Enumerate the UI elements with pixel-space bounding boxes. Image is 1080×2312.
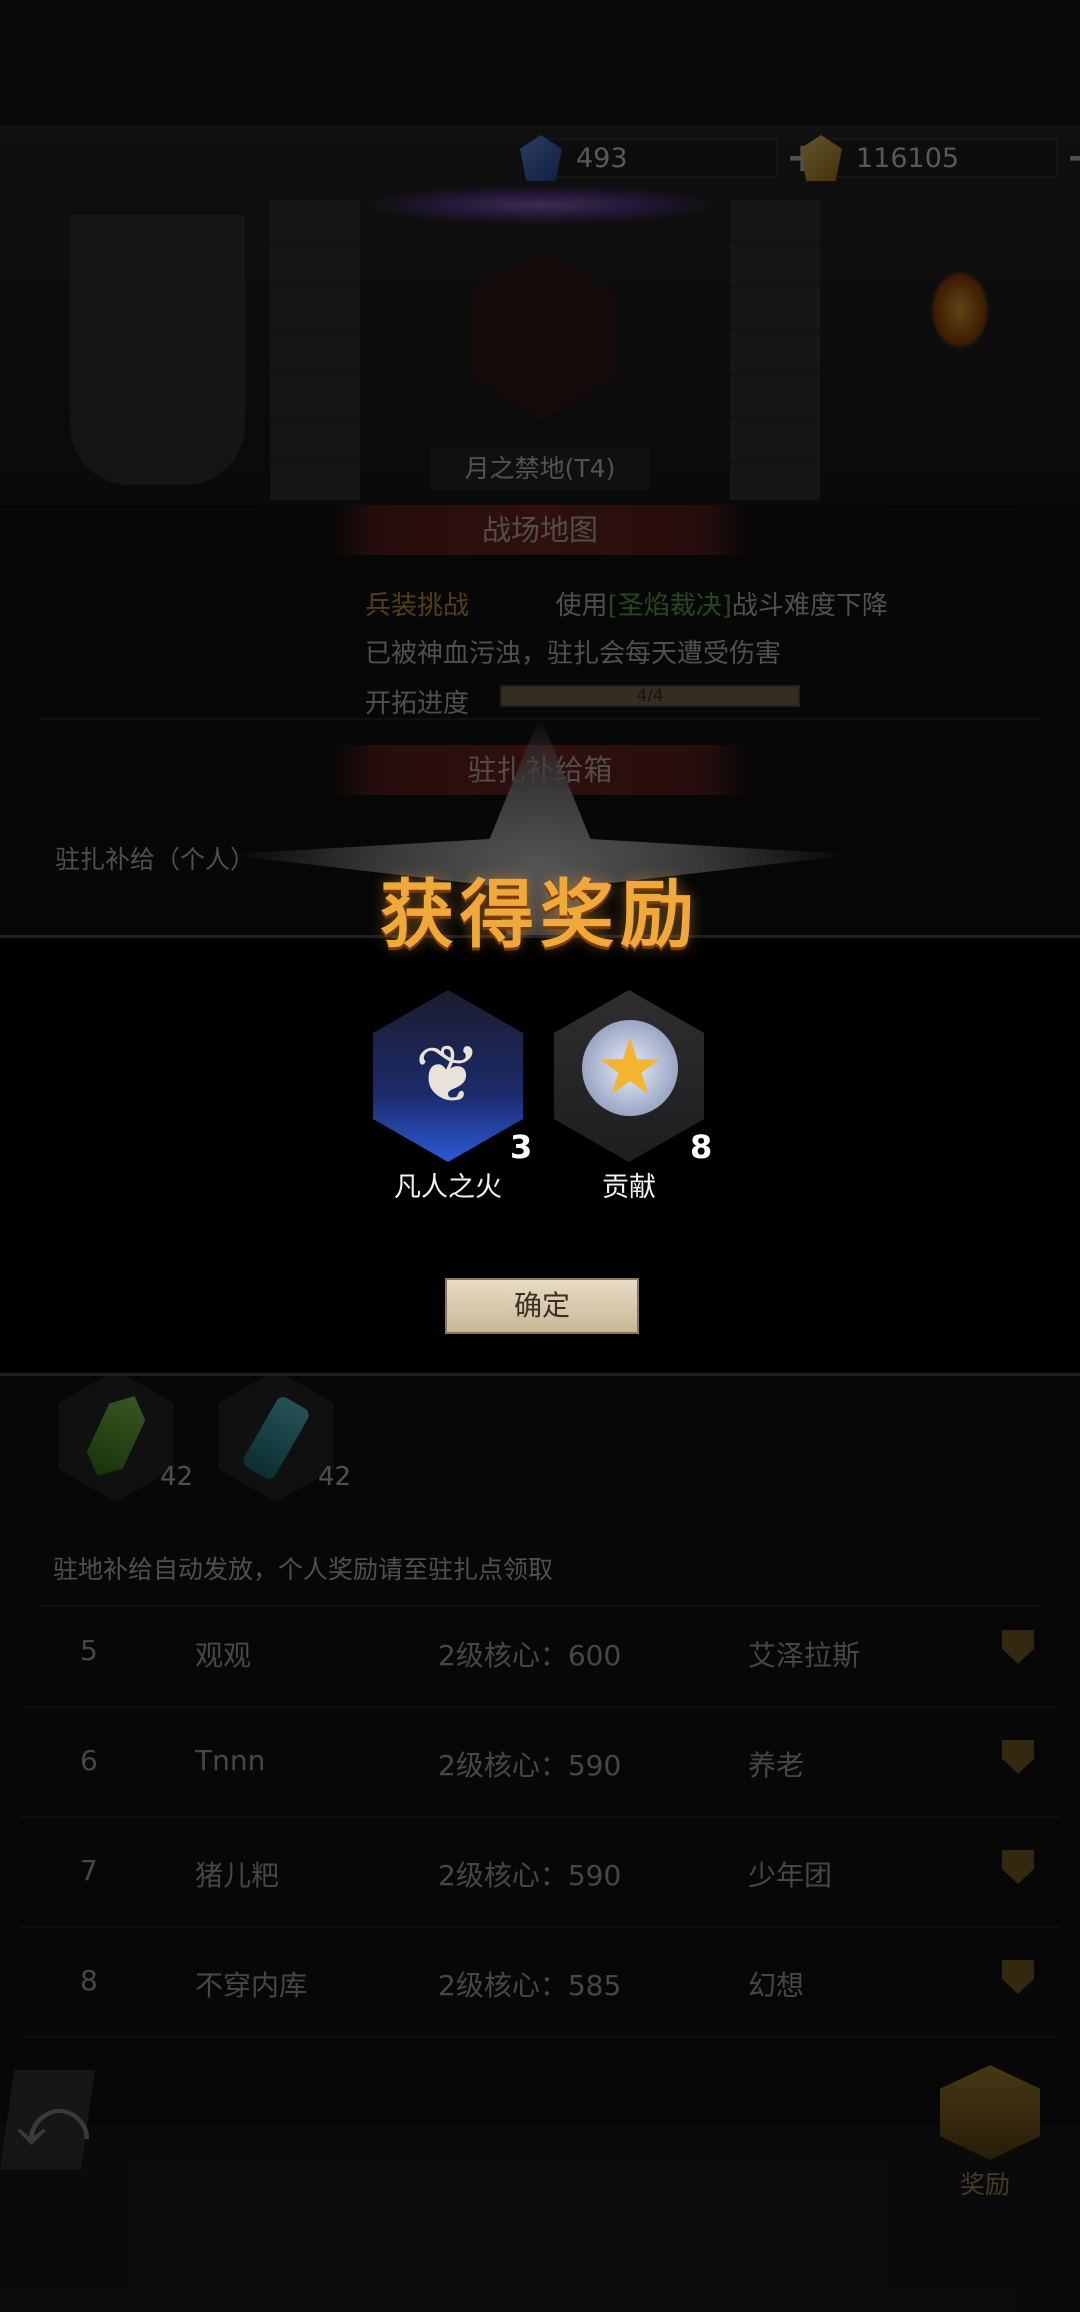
guild-shield-icon[interactable]: [1002, 1630, 1034, 1664]
player-name: Tnnn: [195, 1744, 266, 1777]
rank-number: 6: [80, 1744, 98, 1777]
guild-shield-icon[interactable]: [1002, 1850, 1034, 1884]
exploration-progress-bar: 4/4: [500, 685, 800, 707]
supply-item-count: 42: [318, 1462, 352, 1492]
potion-vial-icon: [240, 1394, 312, 1482]
hanging-banner: [70, 215, 245, 485]
supply-item-green-crystal[interactable]: [58, 1370, 174, 1502]
star-medal-icon: ★: [595, 1023, 665, 1113]
green-crystal-icon: [79, 1388, 152, 1485]
flame-icon: ❦: [414, 1028, 482, 1121]
rank-number: 7: [80, 1854, 98, 1887]
core-score: 2级核心：590: [438, 1749, 622, 1782]
ranking-row[interactable]: 6 Tnnn 2级核心：590 养老: [20, 1708, 1060, 1818]
supply-item-potion[interactable]: [218, 1370, 334, 1502]
use-suffix: 战斗难度下降: [731, 591, 888, 621]
curse-text: 已被神血污浊，驻扎会每天遭受伤害: [365, 639, 782, 669]
player-name: 猪儿粑: [195, 1859, 280, 1892]
reward-name: 凡人之火: [394, 1172, 502, 1203]
reward-count: 3: [510, 1128, 533, 1166]
ranking-row[interactable]: 8 不穿内库 2级核心：585 幻想: [20, 1928, 1060, 2038]
core-score: 2级核心：585: [438, 1969, 622, 2002]
reward-title: 获得奖励: [380, 872, 700, 958]
rank-number: 8: [80, 1964, 98, 1997]
rank-number: 5: [80, 1634, 98, 1667]
challenge-label: 兵装挑战: [365, 591, 470, 621]
torch-icon: [930, 270, 990, 350]
core-score: 2级核心：590: [438, 1859, 622, 1892]
supply-item-count: 42: [160, 1462, 194, 1492]
resource-crystal: 493 +: [520, 133, 820, 183]
progress-label: 开拓进度: [365, 689, 470, 719]
ranking-row[interactable]: 7 猪儿粑 2级核心：590 少年团: [20, 1818, 1060, 1928]
guild-shield-icon[interactable]: [1002, 1740, 1034, 1774]
guild-name: 幻想: [748, 1969, 805, 2002]
use-item-link[interactable]: [圣焰裁决]: [608, 591, 732, 621]
map-name-label: 月之禁地(T4): [430, 448, 650, 490]
guild-name: 艾泽拉斯: [748, 1639, 861, 1672]
guild-shield-icon[interactable]: [1002, 1960, 1034, 1994]
add-gold-button[interactable]: +: [1066, 135, 1080, 181]
stone-pillar-right: [730, 200, 820, 500]
reward-count: 8: [690, 1128, 713, 1166]
supply-note: 驻地补给自动发放，个人奖励请至驻扎点领取: [53, 1555, 554, 1584]
bottom-bar: [0, 2125, 1080, 2312]
ranking-row[interactable]: 5 观观 2级核心：600 艾泽拉斯: [20, 1598, 1060, 1708]
top-bar: [0, 0, 1080, 125]
use-prefix: 使用: [555, 591, 608, 621]
guild-name: 少年团: [748, 1859, 833, 1892]
confirm-button[interactable]: 确定: [445, 1278, 639, 1334]
stone-pillar-left: [270, 200, 360, 500]
reward-name: 贡献: [602, 1172, 656, 1203]
guild-name: 养老: [748, 1749, 805, 1782]
portal-glow: [360, 185, 720, 225]
back-arrow-icon: ⤺: [15, 2080, 90, 2162]
rewards-button-label[interactable]: 奖励: [960, 2165, 1010, 2201]
gold-amount: 116105: [824, 138, 1058, 178]
challenge-line: 兵装挑战 使用[圣焰裁决]战斗难度下降: [365, 585, 888, 622]
progress-value: 4/4: [636, 686, 664, 706]
battlefield-map-title[interactable]: 战场地图: [330, 505, 750, 555]
player-name: 观观: [195, 1639, 252, 1672]
player-name: 不穿内库: [195, 1969, 308, 2002]
crystal-amount: 493: [544, 138, 778, 178]
resource-gold: 116105 +: [800, 133, 1080, 183]
core-score: 2级核心：600: [438, 1639, 622, 1672]
